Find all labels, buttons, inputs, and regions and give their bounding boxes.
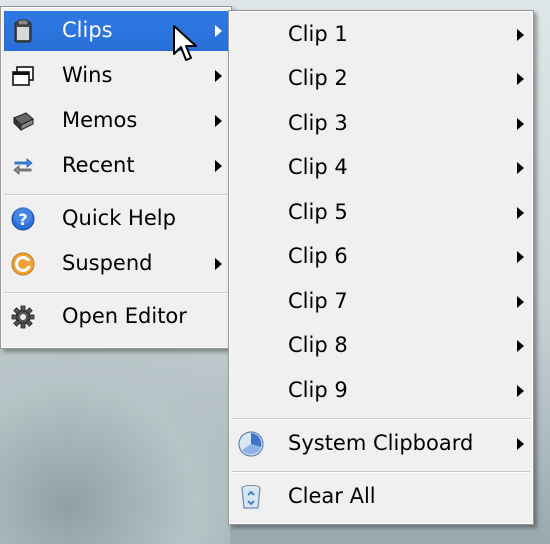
memo-icon: [10, 108, 36, 134]
submenu-item-clip-9[interactable]: Clip 9: [232, 371, 530, 411]
clipboard-icon: [10, 18, 36, 44]
clip-label: Clip 8: [288, 333, 348, 357]
submenu-item-clip-7[interactable]: Clip 7: [232, 282, 530, 322]
chevron-right-icon: [517, 385, 524, 397]
menu-item-label: Suspend: [62, 251, 153, 275]
chevron-right-icon: [215, 258, 222, 270]
menu-separator: [232, 471, 530, 473]
chevron-right-icon: [215, 160, 222, 172]
chevron-right-icon: [517, 251, 524, 263]
submenu-item-clip-8[interactable]: Clip 8: [232, 326, 530, 366]
menu-item-label: Open Editor: [62, 304, 187, 328]
windows-icon: [10, 63, 36, 89]
menu-item-recent[interactable]: Recent: [4, 146, 228, 186]
clip-label: Clip 4: [288, 155, 348, 179]
chevron-right-icon: [517, 340, 524, 352]
menu-item-label: Memos: [62, 108, 138, 132]
clip-label: Clip 9: [288, 378, 348, 402]
recycle-bin-icon: [238, 484, 264, 510]
submenu-item-clip-3[interactable]: Clip 3: [232, 104, 530, 144]
clip-label: Clip 2: [288, 66, 348, 90]
mouse-cursor-icon: [173, 25, 197, 61]
submenu-item-clip-1[interactable]: Clip 1: [232, 15, 530, 55]
desktop-background: [0, 350, 230, 544]
menu-item-quick-help[interactable]: ? Quick Help: [4, 199, 228, 239]
clip-label: Clip 3: [288, 111, 348, 135]
menu-separator: [4, 194, 228, 196]
svg-text:?: ?: [18, 210, 27, 229]
menu-item-suspend[interactable]: Suspend: [4, 244, 228, 284]
chevron-right-icon: [215, 70, 222, 82]
clip-label: Clip 1: [288, 22, 348, 46]
chevron-right-icon: [517, 207, 524, 219]
submenu-item-label: System Clipboard: [288, 431, 474, 455]
menu-item-memos[interactable]: Memos: [4, 101, 228, 141]
chevron-right-icon: [215, 25, 222, 37]
submenu-item-clear-all[interactable]: Clear All: [232, 477, 530, 517]
menu-separator: [232, 418, 530, 420]
chevron-right-icon: [215, 115, 222, 127]
chevron-right-icon: [517, 162, 524, 174]
help-icon: ?: [10, 206, 36, 232]
chevron-right-icon: [517, 296, 524, 308]
clip-label: Clip 7: [288, 289, 348, 313]
submenu-item-system-clipboard[interactable]: System Clipboard: [232, 424, 530, 464]
chevron-right-icon: [517, 118, 524, 130]
clip-label: Clip 5: [288, 200, 348, 224]
chevron-right-icon: [517, 73, 524, 85]
suspend-icon: [10, 251, 36, 277]
menu-item-label: Quick Help: [62, 206, 176, 230]
menu-item-label: Wins: [62, 63, 113, 87]
menu-item-open-editor[interactable]: Open Editor: [4, 297, 228, 337]
recent-icon: [10, 153, 36, 179]
gear-icon: [10, 304, 36, 330]
clips-submenu: Clip 1 Clip 2 Clip 3 Clip 4 Clip 5 Clip …: [228, 10, 534, 525]
submenu-item-label: Clear All: [288, 484, 376, 508]
clip-label: Clip 6: [288, 244, 348, 268]
system-clipboard-icon: [238, 431, 264, 457]
chevron-right-icon: [517, 29, 524, 41]
submenu-item-clip-4[interactable]: Clip 4: [232, 148, 530, 188]
chevron-right-icon: [517, 438, 524, 450]
menu-item-label: Recent: [62, 153, 135, 177]
menu-separator: [4, 292, 228, 294]
submenu-item-clip-6[interactable]: Clip 6: [232, 237, 530, 277]
menu-item-label: Clips: [62, 18, 113, 42]
submenu-item-clip-5[interactable]: Clip 5: [232, 193, 530, 233]
submenu-item-clip-2[interactable]: Clip 2: [232, 59, 530, 99]
